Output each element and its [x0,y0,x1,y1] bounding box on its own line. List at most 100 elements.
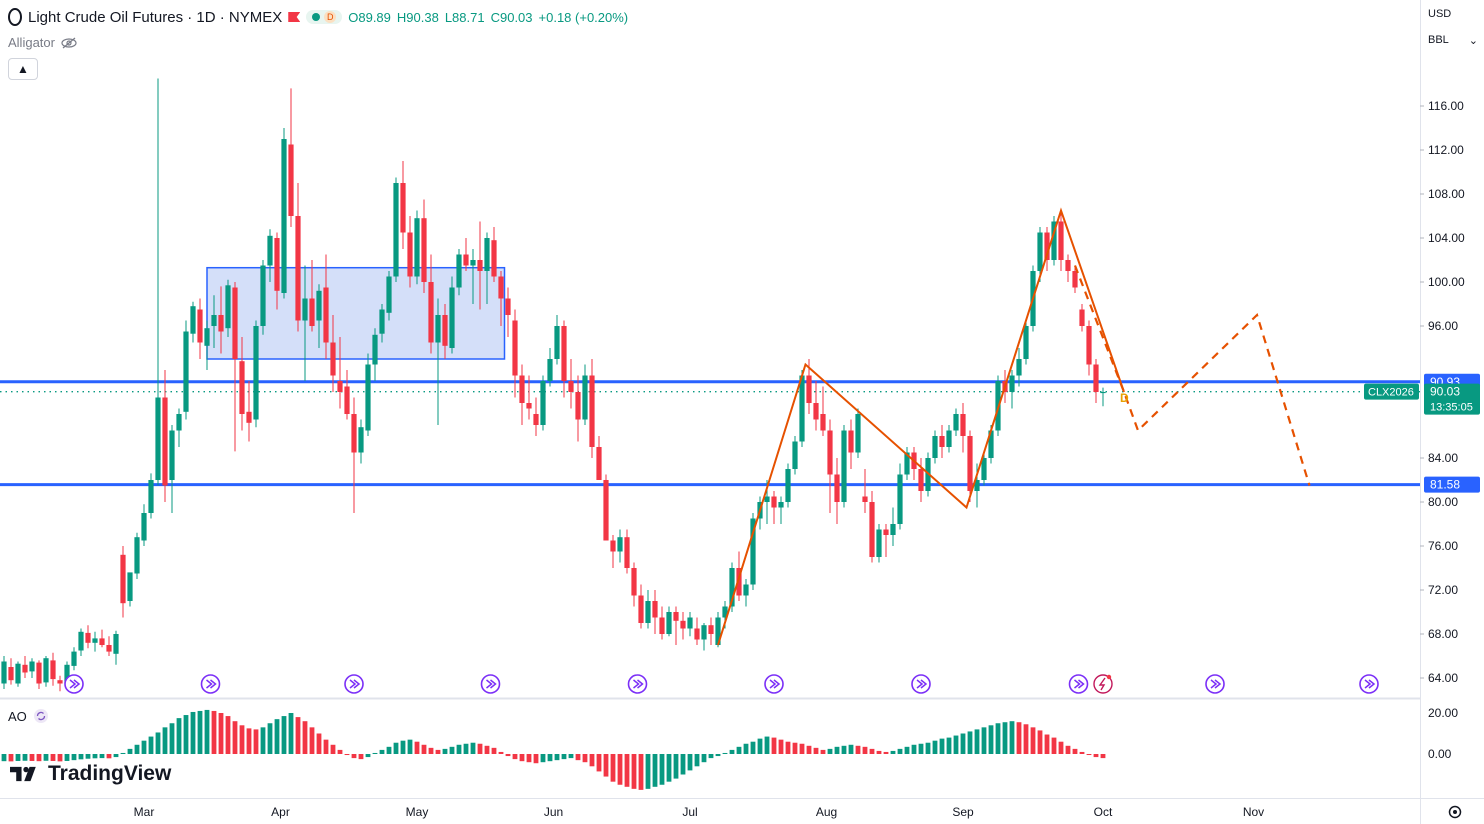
candle-body[interactable] [218,315,224,332]
candle-body[interactable] [834,474,840,503]
candle-body[interactable] [624,537,630,568]
candle-body[interactable] [421,218,427,282]
candle-body[interactable] [141,513,147,541]
candle-body[interactable] [897,474,903,525]
candle-body[interactable] [344,386,350,415]
ao-histogram-bar[interactable] [1093,754,1099,758]
candle-body[interactable] [617,537,623,552]
ao-histogram-bar[interactable] [141,740,147,754]
ao-histogram-bar[interactable] [939,738,945,754]
candle-body[interactable] [652,601,658,618]
market-status-pill[interactable]: D [306,10,343,24]
candle-body[interactable] [407,232,413,277]
ao-histogram-bar[interactable] [603,754,609,777]
ao-histogram-bar[interactable] [225,716,231,754]
ao-histogram-bar[interactable] [498,751,504,754]
ao-histogram-bar[interactable] [281,716,287,754]
ao-histogram-bar[interactable] [862,746,868,754]
ao-histogram-bar[interactable] [715,754,721,757]
ao-histogram-bar[interactable] [421,744,427,754]
ao-histogram-bar[interactable] [1051,737,1057,754]
currency-selector[interactable]: USD [1424,8,1482,28]
ao-histogram-bar[interactable] [687,754,693,771]
candle-body[interactable] [771,496,777,508]
ao-histogram-bar[interactable] [771,737,777,754]
candle-body[interactable] [148,480,154,513]
candle-body[interactable] [8,667,14,681]
candle-body[interactable] [358,427,364,453]
candle-body[interactable] [134,537,140,574]
ao-histogram-bar[interactable] [386,746,392,754]
candle-body[interactable] [197,309,203,343]
candle-body[interactable] [1100,392,1106,394]
candle-body[interactable] [386,276,392,313]
ao-histogram-bar[interactable] [911,744,917,754]
ao-histogram-bar[interactable] [918,743,924,754]
ao-histogram-bar[interactable] [799,743,805,754]
candle-body[interactable] [519,375,525,404]
candle-body[interactable] [372,334,378,365]
ao-histogram-bar[interactable] [512,754,518,760]
ao-histogram-bar[interactable] [50,754,56,761]
candle-body[interactable] [463,254,469,266]
ao-histogram-bar[interactable] [120,752,126,754]
ao-histogram-bar[interactable] [582,754,588,763]
candle-body[interactable] [211,315,217,326]
candle-body[interactable] [1037,232,1043,272]
ao-histogram-bar[interactable] [470,742,476,754]
candle-body[interactable] [883,529,889,536]
ao-histogram-bar[interactable] [960,733,966,755]
ao-histogram-bar[interactable] [568,754,574,759]
ao-histogram-bar[interactable] [722,752,728,754]
ao-histogram-bar[interactable] [1079,751,1085,754]
candle-body[interactable] [694,628,700,640]
ao-histogram-bar[interactable] [631,754,637,789]
candle-body[interactable] [281,139,287,293]
candle-body[interactable] [743,584,749,596]
ao-histogram-bar[interactable] [372,752,378,754]
ao-histogram-bar[interactable] [1072,748,1078,754]
candle-body[interactable] [274,238,280,291]
ao-histogram-bar[interactable] [435,749,441,754]
ao-histogram-bar[interactable] [232,721,238,754]
indicator-legend[interactable]: Alligator [8,35,77,50]
ao-histogram-bar[interactable] [1037,730,1043,754]
ao-histogram-bar[interactable] [288,713,294,754]
ao-histogram-bar[interactable] [876,750,882,754]
candle-body[interactable] [827,430,833,475]
candle-body[interactable] [1079,309,1085,327]
candle-body[interactable] [498,276,504,299]
candle-body[interactable] [778,502,784,508]
candle-body[interactable] [477,260,483,271]
candle-body[interactable] [239,361,245,414]
ao-histogram-bar[interactable] [295,717,301,754]
candle-body[interactable] [351,414,357,453]
candle-body[interactable] [785,469,791,502]
ao-histogram-bar[interactable] [666,754,672,782]
candle-body[interactable] [659,617,665,635]
candle-body[interactable] [92,638,98,643]
candle-body[interactable] [708,625,714,634]
ao-histogram-bar[interactable] [1086,754,1092,756]
ao-histogram-bar[interactable] [764,736,770,754]
candle-body[interactable] [918,469,924,491]
candle-body[interactable] [106,645,112,652]
candle-body[interactable] [309,298,315,327]
flag-icon[interactable] [288,12,301,22]
ao-histogram-bar[interactable] [239,725,245,754]
candle-body[interactable] [946,430,952,448]
candle-body[interactable] [673,612,679,621]
ao-histogram-bar[interactable] [57,754,63,762]
candle-body[interactable] [337,381,343,392]
ao-histogram-bar[interactable] [505,754,511,757]
ao-histogram-bar[interactable] [379,749,385,754]
ao-histogram-bar[interactable] [540,754,546,763]
ao-histogram-bar[interactable] [449,746,455,754]
ao-histogram-bar[interactable] [414,741,420,754]
candle-body[interactable] [820,414,826,431]
unit-selector[interactable]: BBL ⌄ [1424,34,1482,54]
ao-histogram-bar[interactable] [218,713,224,754]
ao-histogram-bar[interactable] [841,745,847,754]
ao-histogram-bar[interactable] [428,747,434,754]
ao-histogram-bar[interactable] [547,754,553,762]
